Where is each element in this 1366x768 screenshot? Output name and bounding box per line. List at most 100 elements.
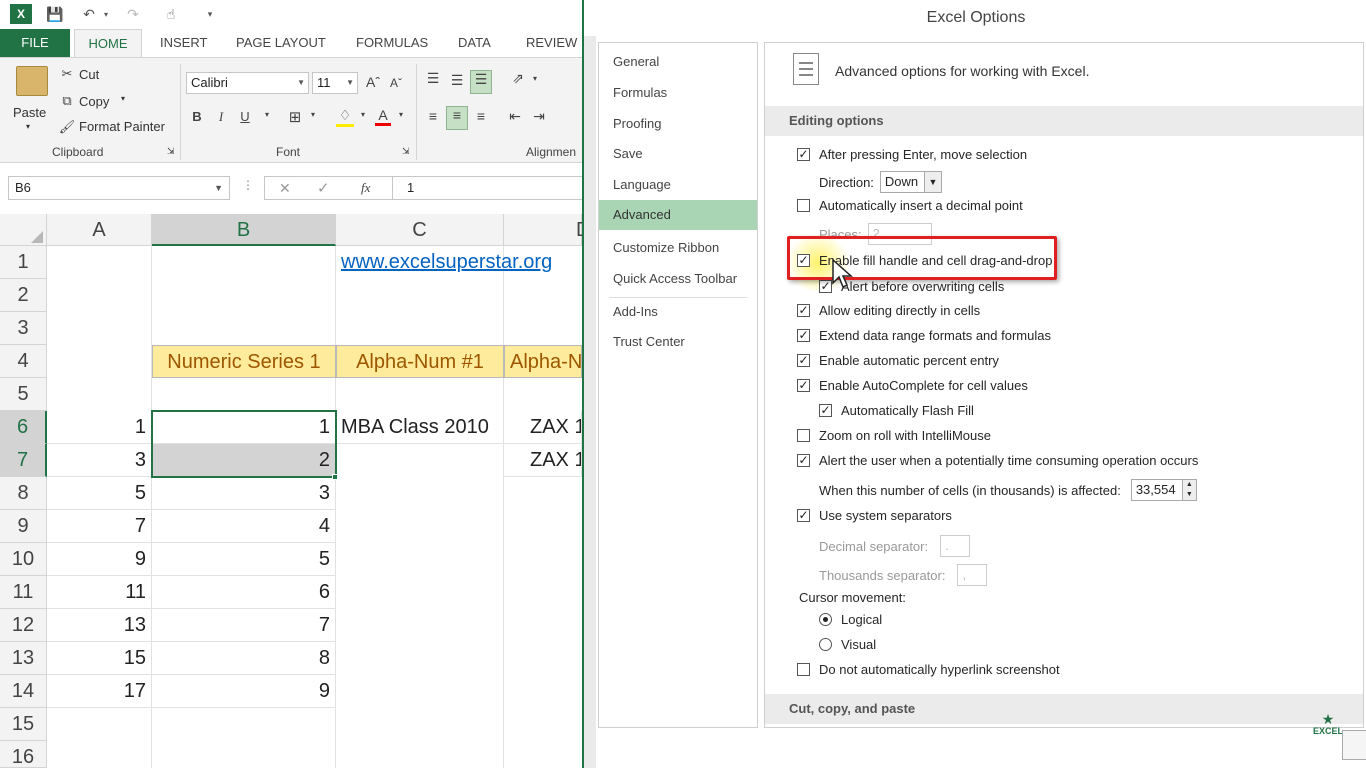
checkbox-unchecked-icon[interactable] bbox=[797, 663, 810, 676]
cell-d6[interactable]: ZAX 1 bbox=[504, 411, 582, 444]
row-header[interactable]: 7 bbox=[0, 444, 47, 477]
middle-align-icon[interactable]: ☰ bbox=[448, 72, 466, 89]
checkbox-checked-icon[interactable]: ✓ bbox=[797, 148, 810, 161]
cell-a[interactable]: 13 bbox=[47, 609, 152, 642]
decrease-indent-icon[interactable]: ⇤ bbox=[506, 108, 524, 125]
row-header[interactable]: 8 bbox=[0, 477, 47, 510]
font-color-icon[interactable]: A bbox=[375, 107, 391, 126]
nav-item-quick-access-toolbar[interactable]: Quick Access Toolbar bbox=[599, 264, 757, 294]
nav-item-save[interactable]: Save bbox=[599, 139, 757, 169]
font-color-dropdown-icon[interactable]: ▾ bbox=[396, 110, 406, 119]
spinner-arrows-icon[interactable]: ▲ ▼ bbox=[1181, 480, 1196, 500]
increase-indent-icon[interactable]: ⇥ bbox=[530, 108, 548, 125]
cell-a[interactable]: 15 bbox=[47, 642, 152, 675]
cell-b[interactable]: 3 bbox=[152, 477, 336, 510]
option-flash-fill[interactable]: ✓ Automatically Flash Fill bbox=[819, 403, 974, 418]
thousands-separator-input[interactable]: , bbox=[957, 564, 988, 586]
checkbox-checked-icon[interactable]: ✓ bbox=[797, 379, 810, 392]
formula-input[interactable]: 1 bbox=[392, 176, 582, 200]
fill-color-icon[interactable]: ♢ bbox=[336, 107, 354, 127]
row-header[interactable]: 11 bbox=[0, 576, 47, 609]
insert-function-icon[interactable]: fx bbox=[361, 180, 370, 196]
italic-button[interactable]: I bbox=[214, 109, 228, 125]
tab-page-layout[interactable]: PAGE LAYOUT bbox=[236, 29, 326, 57]
tab-insert[interactable]: INSERT bbox=[160, 29, 207, 57]
customize-qat-icon[interactable]: ▾ bbox=[204, 4, 216, 24]
nav-item-proofing[interactable]: Proofing bbox=[599, 109, 757, 139]
column-header-d[interactable]: D bbox=[504, 214, 590, 246]
cell-b[interactable]: 5 bbox=[152, 543, 336, 576]
cut-button[interactable]: Cut bbox=[79, 67, 99, 82]
row-header[interactable]: 9 bbox=[0, 510, 47, 543]
cells-spinner[interactable]: 33,554 ▲ ▼ bbox=[1130, 479, 1197, 501]
tab-file[interactable]: FILE bbox=[0, 29, 70, 57]
increase-font-icon[interactable]: Aˆ bbox=[364, 74, 382, 90]
orientation-icon[interactable]: ⇗ bbox=[508, 70, 528, 87]
option-percent-entry[interactable]: ✓ Enable automatic percent entry bbox=[797, 353, 999, 368]
cell-a[interactable]: 7 bbox=[47, 510, 152, 543]
top-align-icon[interactable]: ☰ bbox=[424, 70, 442, 87]
radio-selected-icon[interactable] bbox=[819, 613, 832, 626]
option-autocomplete[interactable]: ✓ Enable AutoComplete for cell values bbox=[797, 378, 1028, 393]
cell-a[interactable]: 3 bbox=[47, 444, 152, 477]
row-header[interactable]: 5 bbox=[0, 378, 47, 411]
cell-a[interactable]: 9 bbox=[47, 543, 152, 576]
option-after-enter[interactable]: ✓ After pressing Enter, move selection bbox=[797, 147, 1027, 162]
copy-icon[interactable]: ⧉ bbox=[58, 93, 76, 109]
align-right-icon[interactable]: ≡ bbox=[472, 108, 490, 124]
fill-handle[interactable] bbox=[332, 474, 338, 480]
checkbox-checked-icon[interactable]: ✓ bbox=[797, 509, 810, 522]
copy-button[interactable]: Copy bbox=[79, 94, 109, 109]
nav-item-formulas[interactable]: Formulas bbox=[599, 78, 757, 108]
radio-unselected-icon[interactable] bbox=[819, 638, 832, 651]
bottom-align-icon[interactable]: ☰ bbox=[470, 70, 492, 94]
nav-item-customize-ribbon[interactable]: Customize Ribbon bbox=[599, 233, 757, 263]
cut-icon[interactable]: ✂ bbox=[58, 66, 76, 82]
option-edit-directly[interactable]: ✓ Allow editing directly in cells bbox=[797, 303, 980, 318]
align-left-icon[interactable]: ≡ bbox=[424, 108, 442, 124]
cell-a[interactable]: 17 bbox=[47, 675, 152, 708]
nav-item-advanced[interactable]: Advanced bbox=[599, 200, 757, 230]
decimal-separator-input[interactable]: . bbox=[940, 535, 971, 557]
cell-b[interactable]: 1 bbox=[152, 411, 336, 444]
touch-mode-icon[interactable]: ☝ bbox=[160, 4, 182, 24]
row-header[interactable]: 4 bbox=[0, 345, 47, 378]
fill-color-dropdown-icon[interactable]: ▾ bbox=[358, 110, 368, 119]
option-system-separators[interactable]: ✓ Use system separators bbox=[797, 508, 952, 523]
checkbox-unchecked-icon[interactable] bbox=[797, 199, 810, 212]
clipboard-launcher-icon[interactable]: ⇲ bbox=[167, 146, 175, 157]
column-header-a[interactable]: A bbox=[47, 214, 152, 246]
cancel-icon[interactable]: ✕ bbox=[279, 180, 291, 197]
cell-a[interactable]: 1 bbox=[47, 411, 152, 444]
paste-button[interactable]: Paste bbox=[13, 105, 46, 120]
radio-visual[interactable]: Visual bbox=[819, 637, 876, 652]
format-painter-button[interactable]: Format Painter bbox=[79, 119, 165, 134]
font-name-select[interactable]: Calibri ▼ bbox=[186, 72, 309, 94]
name-box[interactable]: B6 ▼ bbox=[8, 176, 230, 200]
select-all-corner[interactable] bbox=[0, 214, 47, 246]
checkbox-checked-icon[interactable]: ✓ bbox=[797, 304, 810, 317]
row-header[interactable]: 3 bbox=[0, 312, 47, 345]
tab-data[interactable]: DATA bbox=[458, 29, 491, 57]
cell-b[interactable]: 4 bbox=[152, 510, 336, 543]
underline-button[interactable]: U bbox=[238, 109, 252, 124]
cell-c1-link[interactable]: www.excelsuperstar.org bbox=[336, 246, 582, 279]
row-header[interactable]: 16 bbox=[0, 741, 47, 768]
row-header[interactable]: 2 bbox=[0, 279, 47, 312]
redo-icon[interactable]: ↷ bbox=[122, 4, 144, 24]
cell-b[interactable]: 8 bbox=[152, 642, 336, 675]
cell-b[interactable]: 7 bbox=[152, 609, 336, 642]
font-launcher-icon[interactable]: ⇲ bbox=[402, 146, 410, 157]
paste-icon[interactable] bbox=[16, 66, 48, 96]
row-header[interactable]: 1 bbox=[0, 246, 47, 279]
nav-item-general[interactable]: General bbox=[599, 47, 757, 77]
tab-formulas[interactable]: FORMULAS bbox=[356, 29, 428, 57]
underline-dropdown-icon[interactable]: ▾ bbox=[262, 110, 272, 119]
nav-item-language[interactable]: Language bbox=[599, 170, 757, 200]
option-extend-formats[interactable]: ✓ Extend data range formats and formulas bbox=[797, 328, 1051, 343]
format-painter-icon[interactable]: 🖌 bbox=[58, 119, 76, 135]
decrease-font-icon[interactable]: Aˇ bbox=[388, 76, 404, 90]
direction-select[interactable]: Down ▼ bbox=[879, 171, 942, 193]
cell-b[interactable]: 6 bbox=[152, 576, 336, 609]
checkbox-checked-icon[interactable]: ✓ bbox=[797, 354, 810, 367]
